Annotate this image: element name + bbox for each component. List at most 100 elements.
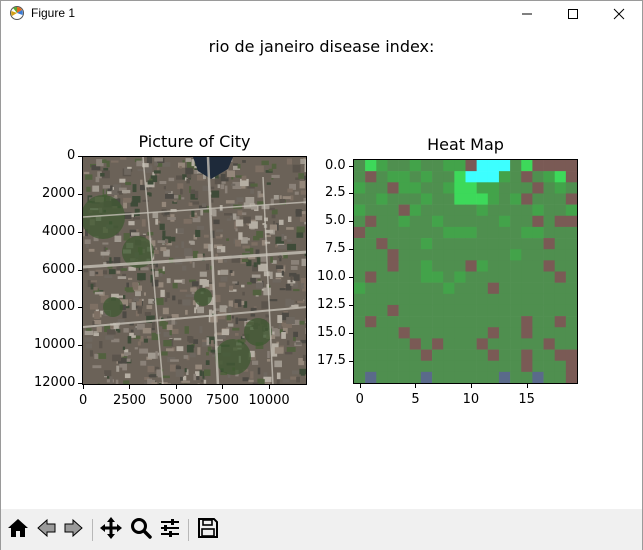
pan-button[interactable] <box>99 517 123 542</box>
heatmap-y-tick-label: 15.0 <box>317 324 346 340</box>
heatmap-cell <box>510 282 522 295</box>
heatmap-cell <box>354 182 366 194</box>
heatmap-cell <box>432 338 444 350</box>
heatmap-cell <box>487 182 500 194</box>
heatmap-cell <box>354 160 366 172</box>
heatmap-cell <box>365 271 377 283</box>
heatmap-cell <box>387 282 399 295</box>
axis-tick <box>222 385 224 389</box>
heatmap-cell <box>398 304 411 317</box>
back-button[interactable] <box>34 518 58 542</box>
heatmap-cell <box>454 193 466 205</box>
heatmap-cell <box>454 282 466 295</box>
heatmap-cell <box>487 204 500 217</box>
heatmap-cell <box>354 360 366 373</box>
heatmap-cell <box>510 293 522 306</box>
maximize-button[interactable] <box>550 1 596 27</box>
heatmap-cell <box>510 193 522 205</box>
figure-canvas[interactable]: rio de janeiro disease index: Picture of… <box>1 27 642 509</box>
heatmap-cell <box>432 282 444 295</box>
heatmap-cell <box>409 249 422 261</box>
heatmap-cell <box>476 316 489 328</box>
heatmap-cell <box>398 171 411 183</box>
heatmap-cell <box>409 316 422 328</box>
heatmap-cell <box>487 304 500 317</box>
toolbar-separator <box>188 519 189 541</box>
heatmap-cell <box>532 193 544 205</box>
heatmap-cell <box>565 193 578 205</box>
heatmap-cell <box>510 338 522 350</box>
heatmap-cell <box>443 215 455 228</box>
heatmap-cell <box>432 226 444 239</box>
heatmap-cell <box>443 338 455 350</box>
heatmap-cell <box>532 327 544 339</box>
heatmap-cell <box>387 238 399 250</box>
heatmap-cell <box>521 171 533 183</box>
zoom-button[interactable] <box>129 518 153 542</box>
heatmap-cell <box>376 271 388 283</box>
heatmap-cell <box>465 282 477 295</box>
heatmap-cell <box>498 293 511 306</box>
heatmap-cell <box>521 371 533 384</box>
heatmap-cell <box>498 238 511 250</box>
heatmap-cell <box>432 160 444 172</box>
heatmap-cell <box>420 360 433 373</box>
title-bar[interactable]: Figure 1 <box>1 1 642 27</box>
heatmap-cell <box>443 304 455 317</box>
heatmap-cell <box>510 316 522 328</box>
forward-button[interactable] <box>62 518 86 542</box>
heatmap-cell <box>521 260 533 272</box>
heatmap-cell <box>454 182 466 194</box>
heatmap-cell <box>510 260 522 272</box>
heatmap-cell <box>354 316 366 328</box>
heatmap-cell <box>543 271 555 283</box>
heatmap-cell <box>443 226 455 239</box>
heatmap-cell <box>565 249 578 261</box>
heatmap-cell <box>365 316 377 328</box>
heatmap-cell <box>554 282 567 295</box>
heatmap-x-tick-label: 5 <box>411 392 420 407</box>
heatmap-cell <box>354 226 366 239</box>
heatmap-cell <box>532 249 544 261</box>
heatmap-cell <box>443 204 455 217</box>
heatmap-cell <box>521 226 533 239</box>
heatmap-cell <box>432 293 444 306</box>
heatmap-cell <box>498 304 511 317</box>
city-y-tick-label: 4000 <box>42 223 76 239</box>
axis-tick <box>415 384 417 388</box>
heatmap-cell <box>521 360 533 373</box>
heatmap-cell <box>398 193 411 205</box>
heatmap-cell <box>565 316 578 328</box>
heatmap-cell <box>398 371 411 384</box>
heatmap-cell <box>387 327 399 339</box>
home-button[interactable] <box>6 518 30 542</box>
heatmap-cell <box>498 271 511 283</box>
heatmap-cell <box>354 215 366 228</box>
save-button[interactable] <box>196 518 220 542</box>
heatmap-cell <box>565 360 578 373</box>
city-x-tick-label: 2500 <box>112 393 147 408</box>
heatmap-cell <box>443 193 455 205</box>
heatmap-cell <box>487 193 500 205</box>
heatmap-cell <box>554 316 567 328</box>
heatmap-cell <box>443 271 455 283</box>
heatmap-cell <box>465 349 477 361</box>
heatmap-cell <box>409 338 422 350</box>
heatmap-y-tick-label: 7.5 <box>325 241 346 257</box>
axis-tick <box>349 165 353 167</box>
close-icon <box>613 8 625 20</box>
axis-tick <box>526 384 528 388</box>
heatmap-cell <box>487 293 500 306</box>
heatmap-cell <box>487 226 500 239</box>
close-button[interactable] <box>596 1 642 27</box>
heatmap-cell <box>543 338 555 350</box>
city-y-tick-label: 0 <box>67 148 76 163</box>
heatmap-cell <box>521 293 533 306</box>
heatmap-cell <box>387 182 399 194</box>
minimize-button[interactable] <box>504 1 550 27</box>
heatmap-cell <box>476 338 489 350</box>
heatmap-cell <box>376 304 388 317</box>
heatmap-cell <box>510 327 522 339</box>
heatmap-cell <box>432 260 444 272</box>
configure-subplots-button[interactable] <box>158 518 182 542</box>
